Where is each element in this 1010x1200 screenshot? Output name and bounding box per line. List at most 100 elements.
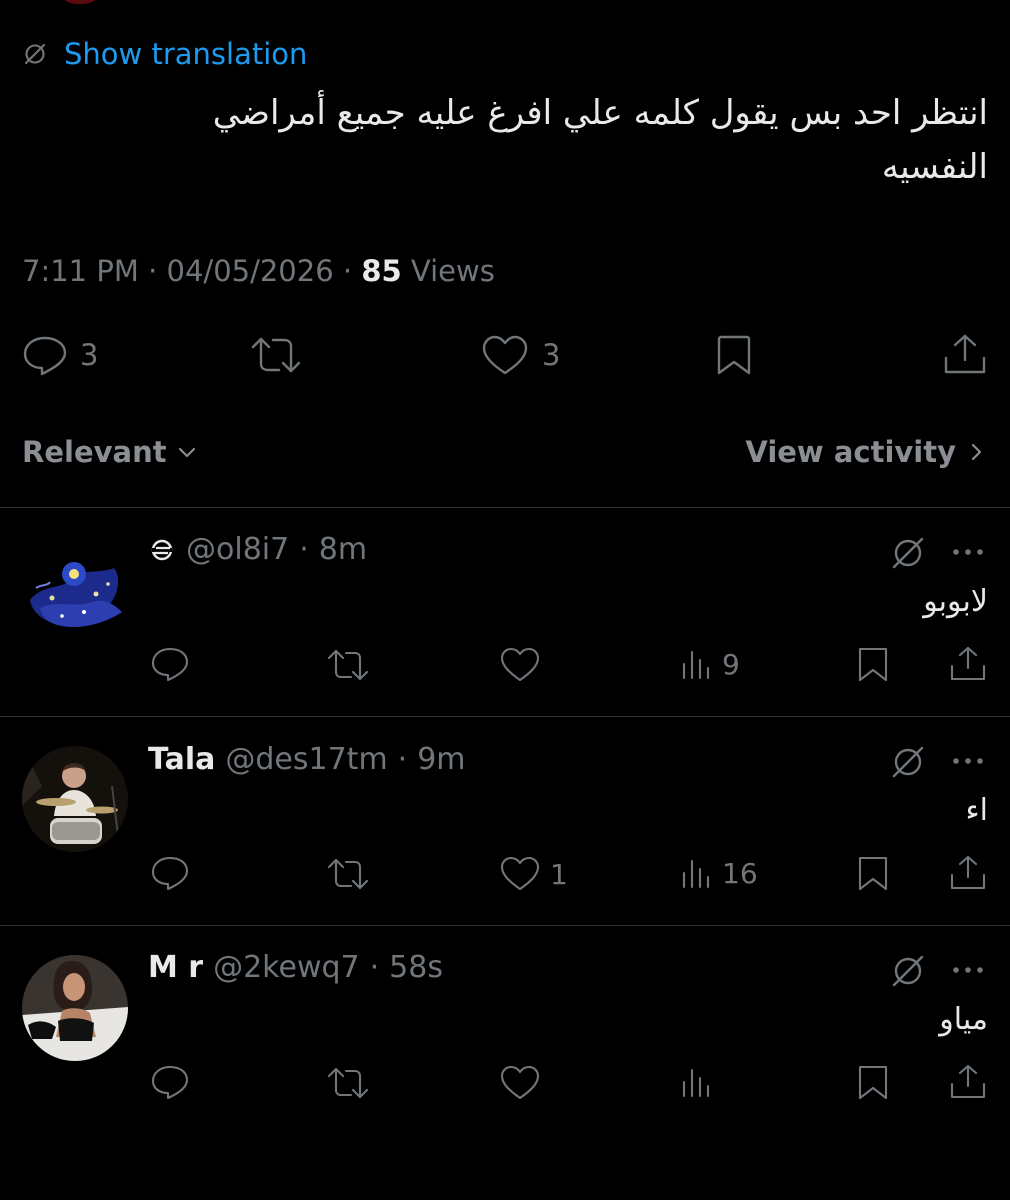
more-icon xyxy=(953,967,983,973)
reply-handle[interactable]: @des17tm xyxy=(225,742,387,777)
reply-handle[interactable]: @2kewq7 xyxy=(213,950,360,985)
reply-like-button[interactable]: 1 xyxy=(498,855,568,893)
reply-repost-button[interactable] xyxy=(325,856,371,892)
repost-button[interactable] xyxy=(248,334,304,376)
reply-translate-button[interactable] xyxy=(888,951,928,991)
view-activity-button[interactable]: View activity xyxy=(745,435,988,469)
translate-icon xyxy=(892,955,924,987)
like-button[interactable]: 3 xyxy=(480,334,560,376)
heart-icon xyxy=(500,647,540,682)
reply-icon xyxy=(23,336,67,376)
show-translation-label[interactable]: Show translation xyxy=(64,37,307,71)
views-chart-icon xyxy=(682,650,710,680)
reply-time[interactable]: 8m xyxy=(319,532,367,567)
reply-bookmark-button[interactable] xyxy=(856,854,890,892)
view-activity-label: View activity xyxy=(745,435,956,469)
reply-views-count: 16 xyxy=(722,856,758,890)
tweet-time[interactable]: 7:11 PM xyxy=(22,254,139,288)
heart-icon xyxy=(482,335,528,375)
reply-text: لابوبو xyxy=(923,584,988,619)
reply-header: Tala @des17tm · 9m xyxy=(148,742,466,777)
reply-header: M r @2kewq7 · 58s xyxy=(148,950,443,985)
repost-icon xyxy=(251,337,301,373)
more-options-button[interactable] xyxy=(950,749,986,773)
reply-bookmark-button[interactable] xyxy=(856,1063,890,1101)
replies-sort-row: Relevant View activity xyxy=(22,430,988,474)
reply-avatar[interactable] xyxy=(22,746,128,852)
reply-comment-button[interactable] xyxy=(150,1063,190,1101)
reply-views-count: 9 xyxy=(722,647,740,681)
verified-org-icon xyxy=(151,539,173,560)
reply-text: اء xyxy=(965,793,988,828)
drummer-avatar-image xyxy=(22,746,128,852)
tweet-text: انتظر احد بس يقول كلمه علي افرغ عليه جمي… xyxy=(212,93,988,187)
reply-share-button[interactable] xyxy=(948,644,988,684)
bookmark-icon xyxy=(858,856,888,891)
divider xyxy=(0,507,1010,508)
reply-like-count: 1 xyxy=(550,857,568,891)
relevant-sort-button[interactable]: Relevant xyxy=(22,435,199,469)
views-count: 85 xyxy=(361,254,402,288)
share-icon xyxy=(950,1064,986,1099)
starry-night-avatar-image xyxy=(30,562,122,628)
like-count: 3 xyxy=(542,338,561,372)
reply-count: 3 xyxy=(80,338,99,372)
bookmark-icon xyxy=(858,647,888,682)
reply-share-button[interactable] xyxy=(948,1062,988,1102)
more-options-button[interactable] xyxy=(950,958,986,982)
show-translation-link[interactable]: Show translation xyxy=(22,36,307,72)
repost-icon xyxy=(327,858,369,890)
meta-separator: · xyxy=(333,254,362,288)
repost-icon xyxy=(327,649,369,681)
reply-button[interactable]: 3 xyxy=(22,334,98,376)
reply-time[interactable]: 9m xyxy=(417,742,465,777)
chevron-down-icon xyxy=(178,447,195,458)
reply-header: @ol8i7 · 8m xyxy=(148,532,367,567)
reply-icon xyxy=(151,856,189,891)
reply-display-name[interactable]: Tala xyxy=(148,742,215,777)
more-options-button[interactable] xyxy=(950,540,986,564)
meta-separator: · xyxy=(369,950,380,985)
reply-display-name[interactable]: M r xyxy=(148,950,203,985)
views-chart-icon xyxy=(682,859,710,889)
relevant-sort-label: Relevant xyxy=(22,435,167,469)
views-label: Views xyxy=(410,254,495,288)
meta-separator: · xyxy=(299,532,309,567)
more-icon xyxy=(953,758,983,764)
reply-translate-button[interactable] xyxy=(888,742,928,782)
tweet-date[interactable]: 04/05/2026 xyxy=(167,254,334,288)
reply-comment-button[interactable] xyxy=(150,854,190,892)
share-icon xyxy=(950,646,986,681)
reply-repost-button[interactable] xyxy=(325,647,371,683)
reply-views-button[interactable]: 16 xyxy=(680,855,758,891)
reply-share-button[interactable] xyxy=(948,853,988,893)
reply-views-button[interactable] xyxy=(680,1064,714,1100)
share-button[interactable] xyxy=(942,332,988,376)
divider xyxy=(0,716,1010,717)
bookmark-button[interactable] xyxy=(714,334,754,376)
meta-separator: · xyxy=(397,742,408,777)
reply-avatar[interactable] xyxy=(22,538,128,644)
repost-icon xyxy=(327,1067,369,1099)
heart-icon xyxy=(500,856,540,891)
more-icon xyxy=(953,549,983,555)
reply-handle[interactable]: @ol8i7 xyxy=(186,532,289,567)
reply-repost-button[interactable] xyxy=(325,1065,371,1101)
reply-translate-button[interactable] xyxy=(888,533,928,573)
reply-views-button[interactable]: 9 xyxy=(680,646,740,682)
meta-separator: · xyxy=(138,254,167,288)
reply-time[interactable]: 58s xyxy=(389,950,443,985)
reply-like-button[interactable] xyxy=(498,1064,542,1102)
reply-avatar[interactable] xyxy=(22,955,128,1061)
reply-comment-button[interactable] xyxy=(150,645,190,683)
share-icon xyxy=(950,855,986,890)
reply-like-button[interactable] xyxy=(498,646,542,684)
reply-bookmark-button[interactable] xyxy=(856,645,890,683)
translate-icon xyxy=(892,746,924,778)
bookmark-icon xyxy=(717,335,751,375)
divider xyxy=(0,925,1010,926)
translate-icon xyxy=(892,537,924,569)
author-avatar[interactable] xyxy=(55,0,105,4)
reply-icon xyxy=(151,1065,189,1100)
tweet-detail-page: Show translation انتظر احد بس يقول كلمه … xyxy=(0,0,1010,1200)
